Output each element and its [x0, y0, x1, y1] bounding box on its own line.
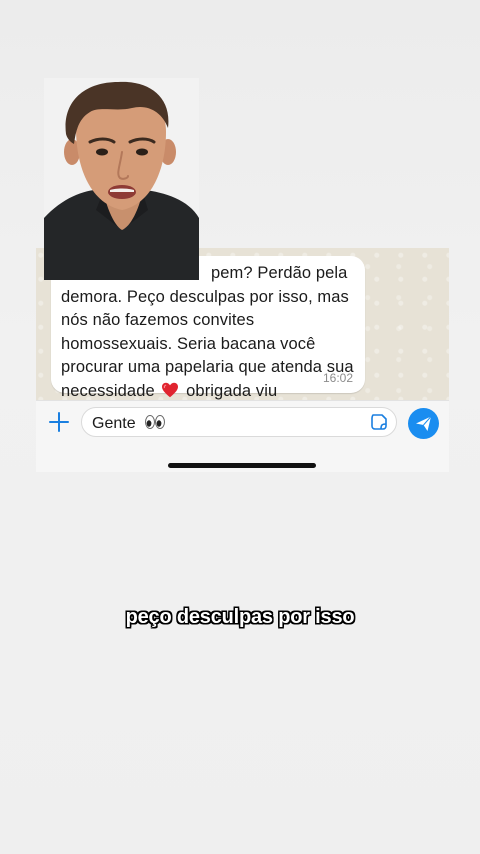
- message-timestamp: 16:02: [322, 371, 353, 385]
- presenter-face-image: [44, 78, 199, 280]
- message-fragment: necessidade: [61, 381, 155, 400]
- message-line: demora. Peço desculpas por isso, mas: [61, 287, 349, 306]
- facecam-video-overlay: [44, 78, 199, 280]
- video-frame: pem? Perdão pela demora. Peço desculpas …: [0, 0, 480, 854]
- chat-screenshot: pem? Perdão pela demora. Peço desculpas …: [36, 248, 449, 472]
- plus-icon[interactable]: [46, 409, 72, 435]
- message-input[interactable]: Gente: [81, 407, 397, 437]
- input-text: Gente: [92, 415, 136, 432]
- message-text: pem? Perdão pela demora. Peço desculpas …: [61, 262, 357, 403]
- home-indicator: [168, 463, 316, 468]
- sticker-icon[interactable]: [370, 413, 388, 431]
- send-button[interactable]: [408, 408, 439, 439]
- message-line: nós não fazemos convites: [61, 311, 255, 329]
- message-input-bar: Gente: [36, 400, 449, 472]
- heart-emoji-icon: [162, 382, 179, 397]
- message-fragment: obrigada viu: [186, 381, 278, 400]
- eyes-emoji-icon: [145, 415, 166, 429]
- video-caption: peço desculpas por isso: [125, 606, 355, 628]
- message-line: procurar uma papelaria que atenda sua: [61, 358, 354, 376]
- send-icon: [416, 416, 432, 431]
- message-input-value: Gente: [92, 414, 166, 433]
- message-line: homossexuais. Seria bacana você: [61, 334, 316, 353]
